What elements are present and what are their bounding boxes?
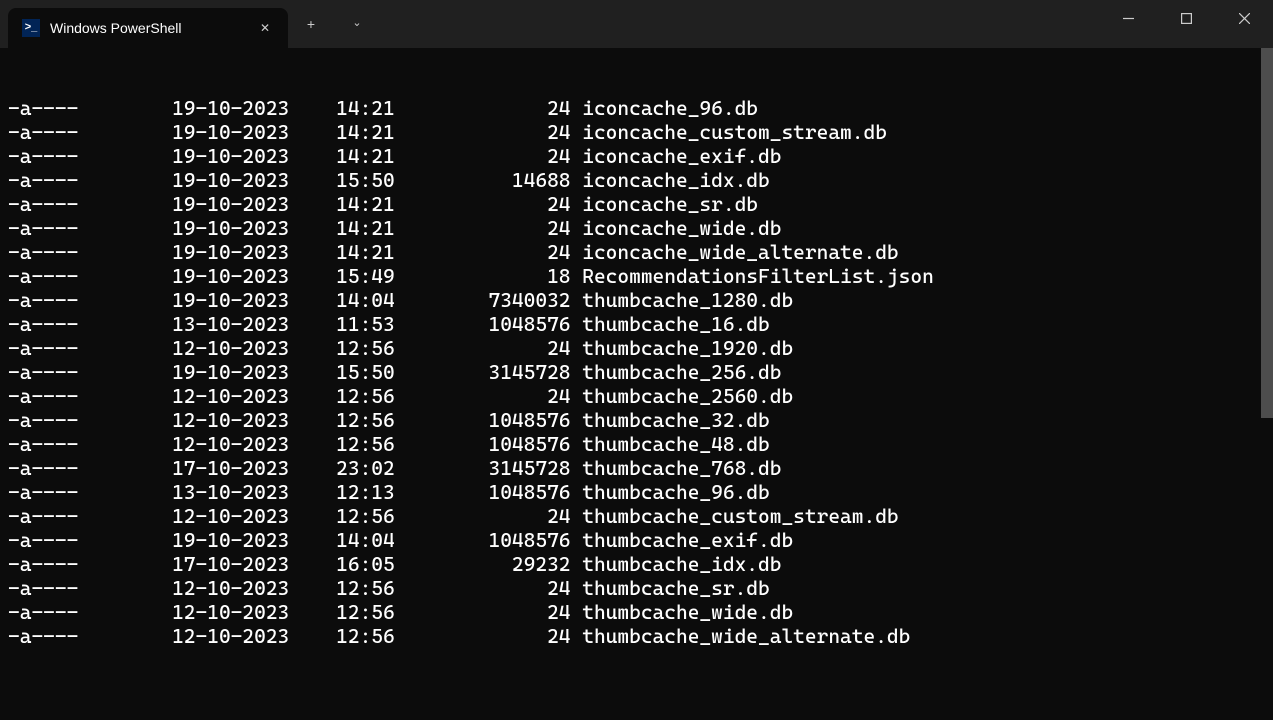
listing-row: -a---- 13-10-2023 12:13 1048576 thumbcac… (8, 480, 1265, 504)
maximize-button[interactable] (1157, 0, 1215, 37)
listing-row: -a---- 19-10-2023 14:21 24 iconcache_sr.… (8, 192, 1265, 216)
window-controls (1099, 0, 1273, 48)
listing-row: -a---- 12-10-2023 12:56 24 thumbcache_19… (8, 336, 1265, 360)
listing-row: -a---- 12-10-2023 12:56 1048576 thumbcac… (8, 432, 1265, 456)
terminal-viewport[interactable]: -a---- 19-10-2023 14:21 24 iconcache_96.… (0, 48, 1273, 720)
listing-row: -a---- 19-10-2023 14:04 1048576 thumbcac… (8, 528, 1265, 552)
listing-row: -a---- 19-10-2023 14:21 24 iconcache_wid… (8, 240, 1265, 264)
blank-line (8, 696, 1265, 720)
listing-row: -a---- 19-10-2023 14:21 24 iconcache_96.… (8, 96, 1265, 120)
listing-row: -a---- 17-10-2023 23:02 3145728 thumbcac… (8, 456, 1265, 480)
listing-row: -a---- 12-10-2023 12:56 24 thumbcache_sr… (8, 576, 1265, 600)
listing-row: -a---- 19-10-2023 15:50 14688 iconcache_… (8, 168, 1265, 192)
listing-row: -a---- 19-10-2023 15:50 3145728 thumbcac… (8, 360, 1265, 384)
listing-row: -a---- 19-10-2023 15:49 18 Recommendatio… (8, 264, 1265, 288)
titlebar: >_ Windows PowerShell ✕ + ⌄ (0, 0, 1273, 48)
tab-title: Windows PowerShell (50, 20, 246, 37)
titlebar-drag-area[interactable] (380, 0, 1099, 48)
listing-row: -a---- 12-10-2023 12:56 24 thumbcache_25… (8, 384, 1265, 408)
listing-row: -a---- 13-10-2023 11:53 1048576 thumbcac… (8, 312, 1265, 336)
close-window-button[interactable] (1215, 0, 1273, 37)
directory-listing: -a---- 19-10-2023 14:21 24 iconcache_96.… (8, 96, 1265, 648)
listing-row: -a---- 19-10-2023 14:21 24 iconcache_exi… (8, 144, 1265, 168)
listing-row: -a---- 19-10-2023 14:04 7340032 thumbcac… (8, 288, 1265, 312)
listing-row: -a---- 19-10-2023 14:21 24 iconcache_cus… (8, 120, 1265, 144)
scrollbar-thumb[interactable] (1261, 48, 1273, 418)
listing-row: -a---- 12-10-2023 12:56 24 thumbcache_wi… (8, 624, 1265, 648)
new-tab-button[interactable]: + (288, 0, 334, 48)
tab-dropdown-button[interactable]: ⌄ (334, 0, 380, 48)
close-tab-button[interactable]: ✕ (256, 17, 274, 39)
listing-row: -a---- 12-10-2023 12:56 24 thumbcache_wi… (8, 600, 1265, 624)
listing-row: -a---- 12-10-2023 12:56 24 thumbcache_cu… (8, 504, 1265, 528)
tab-powershell[interactable]: >_ Windows PowerShell ✕ (8, 8, 288, 48)
powershell-icon: >_ (22, 19, 40, 37)
listing-row: -a---- 19-10-2023 14:21 24 iconcache_wid… (8, 216, 1265, 240)
listing-row: -a---- 17-10-2023 16:05 29232 thumbcache… (8, 552, 1265, 576)
minimize-button[interactable] (1099, 0, 1157, 37)
listing-row: -a---- 12-10-2023 12:56 1048576 thumbcac… (8, 408, 1265, 432)
